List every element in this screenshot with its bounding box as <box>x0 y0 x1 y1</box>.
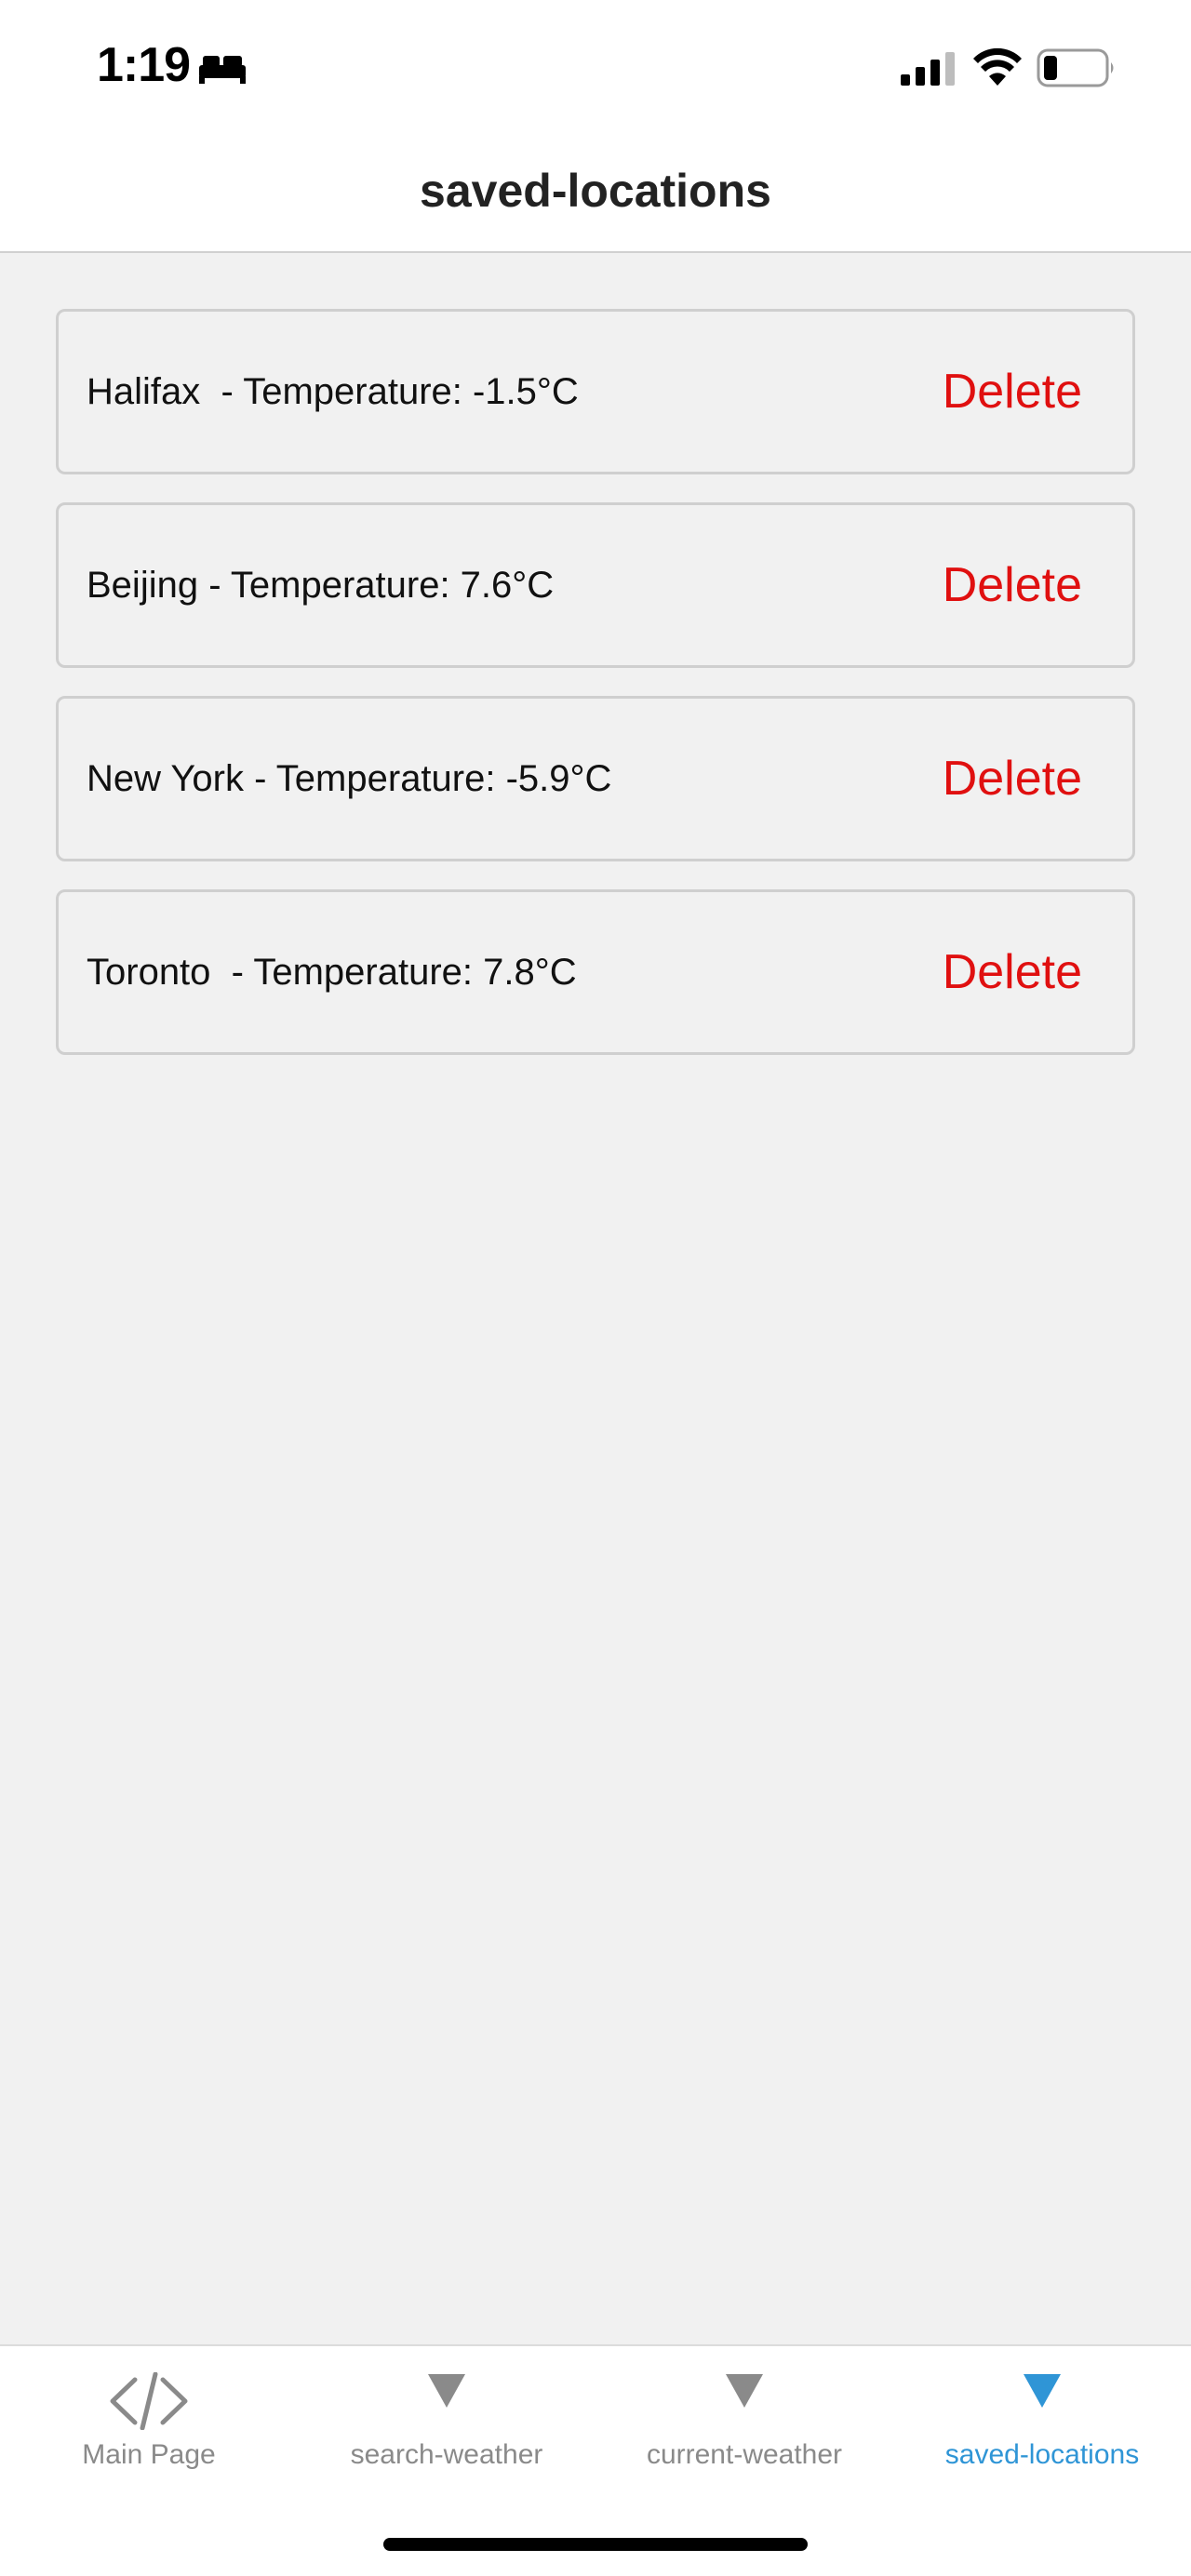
tab-main-page[interactable]: Main Page <box>0 2346 298 2514</box>
delete-button[interactable]: Delete <box>943 312 1082 472</box>
page-title: saved-locations <box>420 165 771 217</box>
delete-button[interactable]: Delete <box>943 699 1082 859</box>
location-label: New York - Temperature: -5.9°C <box>87 758 612 799</box>
triangle-down-icon <box>428 2374 465 2408</box>
tab-label: saved-locations <box>944 2439 1140 2470</box>
delete-button[interactable]: Delete <box>943 892 1082 1052</box>
battery-icon <box>1037 48 1114 87</box>
tab-label: current-weather <box>646 2439 843 2470</box>
tab-label: Main Page <box>82 2439 216 2470</box>
location-label: Halifax - Temperature: -1.5°C <box>87 371 579 412</box>
tab-search-weather[interactable]: search-weather <box>298 2346 596 2514</box>
saved-locations-list: Halifax - Temperature: -1.5°C Delete Bei… <box>56 309 1135 1083</box>
status-time: 1:19 <box>97 38 191 92</box>
nav-header: saved-locations <box>0 138 1191 253</box>
tab-saved-locations[interactable]: saved-locations <box>893 2346 1191 2514</box>
delete-button[interactable]: Delete <box>943 505 1082 665</box>
wifi-icon <box>973 47 1022 86</box>
bed-icon <box>199 56 246 84</box>
tab-label: search-weather <box>350 2439 543 2470</box>
triangle-down-icon <box>1024 2374 1061 2408</box>
location-card: New York - Temperature: -5.9°C Delete <box>56 696 1135 861</box>
status-bar: 1:19 <box>0 0 1191 138</box>
code-icon <box>110 2372 188 2430</box>
tab-current-weather[interactable]: current-weather <box>596 2346 893 2514</box>
location-label: Beijing - Temperature: 7.6°C <box>87 565 555 606</box>
home-indicator <box>383 2538 808 2551</box>
location-label: Toronto - Temperature: 7.8°C <box>87 952 577 993</box>
location-card: Toronto - Temperature: 7.8°C Delete <box>56 889 1135 1055</box>
location-card: Halifax - Temperature: -1.5°C Delete <box>56 309 1135 474</box>
location-card: Beijing - Temperature: 7.6°C Delete <box>56 502 1135 668</box>
screen: 1:19 saved-locations Halifax - Temperatu… <box>0 0 1191 2576</box>
cellular-signal-icon <box>901 52 955 86</box>
triangle-down-icon <box>726 2374 763 2408</box>
